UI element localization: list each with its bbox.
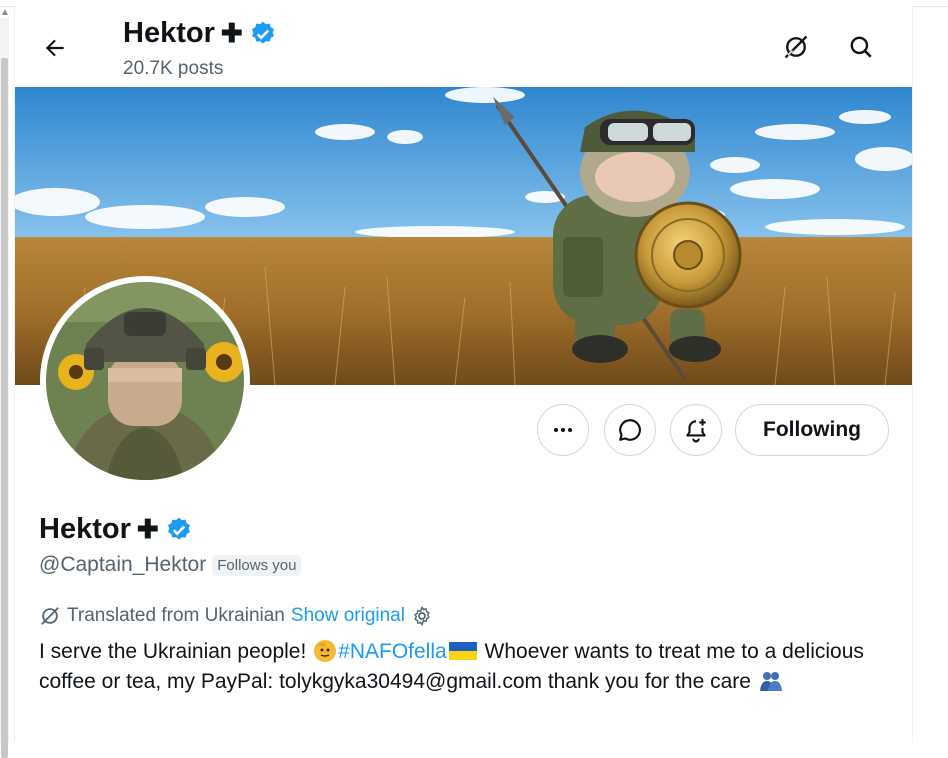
message-icon (619, 419, 641, 441)
profile-name: Hektor ✚ (39, 513, 193, 546)
message-button[interactable] (604, 404, 656, 456)
people-hugging-emoji-icon (759, 672, 782, 691)
header-post-count: 20.7K posts (123, 58, 224, 79)
profile-handle: @Captain_Hektor (39, 553, 207, 576)
search-icon (850, 36, 872, 58)
avatar[interactable] (40, 276, 250, 486)
hashtag-link[interactable]: #NAFOfella (338, 640, 447, 663)
header-name-suffix: ✚ (220, 18, 243, 48)
bio-text-1: I serve the Ukrainian people! (39, 640, 313, 663)
translated-label: Translated from Ukrainian (67, 605, 285, 626)
avatar-image (46, 282, 244, 480)
translate-icon (41, 607, 59, 625)
notify-icon (686, 419, 706, 443)
profile-header: Hektor ✚ 20.7K posts (15, 6, 912, 87)
more-options-button[interactable] (537, 404, 589, 456)
header-name: Hektor (123, 17, 215, 49)
back-arrow-icon (45, 39, 64, 57)
grok-button[interactable] (776, 27, 816, 67)
header-title: Hektor ✚ (123, 17, 277, 50)
translation-bar: Translated from Ukrainian Show original (39, 605, 433, 627)
verified-badge-icon[interactable] (165, 516, 193, 544)
following-button[interactable]: Following (735, 404, 889, 456)
back-button[interactable] (37, 30, 73, 66)
ukraine-flag-emoji-icon (448, 642, 477, 660)
settings-gear-icon[interactable] (411, 605, 433, 627)
scroll-up-arrow-icon[interactable]: ▲ (0, 8, 10, 18)
profile-name-suffix: ✚ (136, 514, 159, 544)
saluting-face-emoji-icon (314, 640, 337, 662)
profile-display-name: Hektor (39, 513, 131, 545)
profile-bio: I serve the Ukrainian people! #NAFOfella… (39, 637, 889, 697)
show-original-link[interactable]: Show original (291, 605, 405, 627)
column-border-right (912, 6, 913, 742)
notifications-button[interactable] (670, 404, 722, 456)
scrollbar-thumb[interactable] (1, 58, 8, 758)
more-icon (554, 428, 572, 432)
scrollbar[interactable] (0, 18, 9, 758)
verified-badge-icon (251, 21, 274, 43)
grok-icon (784, 35, 808, 59)
follows-you-badge: Follows you (212, 554, 302, 576)
search-button[interactable] (841, 27, 881, 67)
profile-handle-row: @Captain_Hektor Follows you (39, 553, 302, 577)
